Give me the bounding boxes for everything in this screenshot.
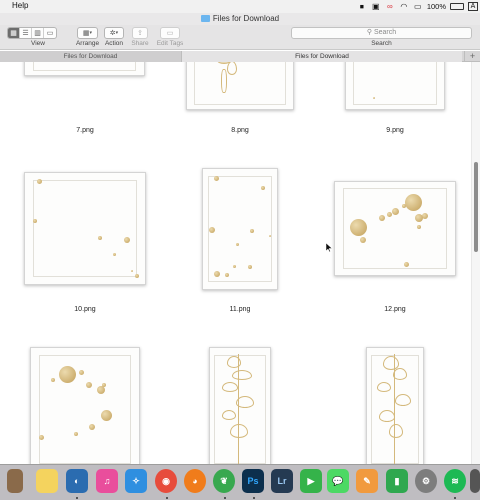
share-button[interactable]: ⇪ (132, 27, 148, 39)
running-indicator (253, 497, 255, 499)
dock-partial-app-icon-right[interactable] (470, 469, 480, 493)
airplay-icon[interactable]: ▭ (413, 2, 423, 11)
input-source-icon[interactable]: A (468, 2, 478, 11)
file-thumbnail-12[interactable] (334, 181, 456, 276)
dock-firefox-icon[interactable]: ◕ (184, 469, 206, 493)
vertical-scrollbar[interactable] (471, 62, 480, 464)
dock-notes-icon[interactable] (36, 469, 58, 493)
arrange-label: Arrange (75, 40, 100, 47)
menu-help[interactable]: Help (12, 1, 28, 10)
action-label: Action (104, 40, 124, 47)
search-input[interactable]: ⚲ Search (291, 27, 472, 39)
mouse-cursor-icon (326, 243, 332, 252)
gallery-view-icon[interactable]: ▭ (44, 28, 56, 38)
action-control: ✲ ▾ (104, 27, 124, 39)
battery-percent: 100% (426, 2, 446, 11)
dock-itunes-icon[interactable]: ♫ (96, 469, 118, 493)
file-icon-grid: 7.png 8.png 9.png 10.png 11.png 12.png (0, 62, 480, 464)
arrange-grid-icon: ▦ (82, 30, 90, 37)
file-thumbnail-9[interactable] (345, 62, 445, 110)
view-control: ▦ ☰ ▥ ▭ (7, 27, 57, 39)
stop-icon[interactable]: ⏹ (357, 2, 367, 11)
file-thumbnail-11[interactable] (202, 168, 278, 290)
share-control: ⇪ (132, 27, 148, 39)
search-icon: ⚲ (366, 29, 372, 36)
file-thumbnail-15[interactable] (366, 347, 424, 464)
file-thumbnail-10[interactable] (24, 172, 146, 285)
share-label: Share (131, 40, 149, 47)
file-name-12[interactable]: 12.png (335, 306, 455, 313)
dock-numbers-icon[interactable]: ▮ (386, 469, 408, 493)
tab-bar: Files for Download Files for Download + (0, 51, 480, 62)
file-name-11[interactable]: 11.png (180, 306, 300, 313)
dock-partial-app-icon[interactable] (7, 469, 23, 493)
file-thumbnail-13[interactable] (30, 347, 140, 464)
column-view-icon[interactable]: ▥ (32, 28, 44, 38)
file-name-7[interactable]: 7.png (25, 127, 145, 134)
window-title: Files for Download (0, 14, 480, 23)
dock-safari-icon[interactable]: ✧ (125, 469, 147, 493)
edit-tags-label: Edit Tags (156, 40, 184, 47)
arrange-control: ▦ ▾ (77, 27, 98, 39)
file-name-10[interactable]: 10.png (25, 306, 145, 313)
window-title-text: Files for Download (212, 14, 280, 23)
new-tab-plus-icon[interactable]: + (464, 51, 480, 62)
file-name-9[interactable]: 9.png (335, 127, 455, 134)
action-button[interactable]: ✲ ▾ (104, 27, 124, 39)
dock-spotify-icon[interactable]: ≋ (444, 469, 466, 493)
dock-lightroom-icon[interactable]: Lr (271, 469, 293, 493)
chevron-down-icon: ▾ (89, 30, 93, 36)
window-titlebar: Files for Download (0, 13, 480, 25)
folder-icon (200, 15, 210, 22)
view-label: View (31, 40, 45, 47)
search-placeholder: Search (373, 29, 397, 36)
dock-messages-icon[interactable]: 💬 (327, 469, 349, 493)
dock-evernote-icon[interactable]: ❦ (213, 469, 235, 493)
tab-files-for-download-2[interactable]: Files for Download (182, 51, 462, 62)
file-thumbnail-7[interactable] (24, 62, 145, 76)
scrollbar-thumb[interactable] (474, 162, 478, 252)
running-indicator (76, 497, 78, 499)
menu-bar: Help ⏹ ▣ ∞ ◠ ▭ 100% A (0, 0, 480, 13)
dock-quicktime-icon[interactable]: ◐ (66, 469, 88, 493)
arrange-button[interactable]: ▦ ▾ (77, 27, 98, 39)
dock-facetime-icon[interactable]: ▶ (300, 469, 322, 493)
tab-files-for-download-1[interactable]: Files for Download (0, 51, 182, 62)
chevron-down-icon: ▾ (115, 30, 119, 36)
icon-view-icon[interactable]: ▦ (8, 28, 20, 38)
file-name-8[interactable]: 8.png (180, 127, 300, 134)
list-view-icon[interactable]: ☰ (20, 28, 32, 38)
file-thumbnail-14[interactable] (209, 347, 271, 464)
dock-pages-icon[interactable]: ✎ (356, 469, 378, 493)
search-label: Search (371, 40, 392, 47)
creative-cloud-icon[interactable]: ∞ (385, 2, 395, 11)
edit-tags-button[interactable]: ▭ (160, 27, 180, 39)
dock-system-preferences-icon[interactable]: ⚙ (415, 469, 437, 493)
dock-photoshop-icon[interactable]: Ps (242, 469, 264, 493)
finder-toolbar: ▦ ☰ ▥ ▭ View ▦ ▾ Arrange ✲ ▾ Action ⇪ Shar… (0, 25, 480, 50)
extension-icon[interactable]: ▣ (371, 2, 381, 11)
running-indicator (224, 497, 226, 499)
file-thumbnail-8[interactable] (186, 62, 294, 110)
dock: ◐ ♫ ✧ ◉ ◕ ❦ Ps Lr ▶ 💬 ✎ ▮ ⚙ ≋ (0, 464, 480, 500)
running-indicator (454, 497, 456, 499)
share-icon: ⇪ (137, 30, 143, 37)
wifi-icon[interactable]: ◠ (399, 2, 409, 11)
running-indicator (166, 497, 168, 499)
status-tray: ⏹ ▣ ∞ ◠ ▭ 100% A (357, 0, 478, 13)
edit-tags-control: ▭ (160, 27, 180, 39)
tag-icon: ▭ (166, 30, 174, 37)
dock-chrome-icon[interactable]: ◉ (155, 469, 177, 493)
battery-icon[interactable] (450, 3, 464, 10)
